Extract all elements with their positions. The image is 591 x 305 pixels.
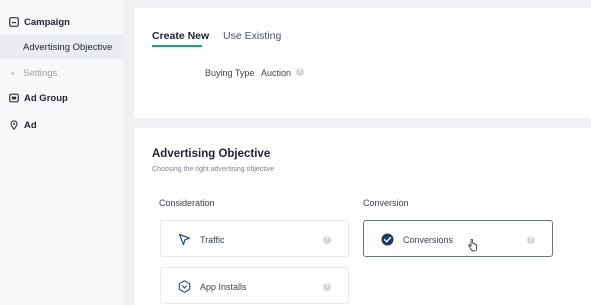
buying-type-value: Auction — [261, 68, 292, 78]
sidebar: Campaign Advertising Objective Settings … — [0, 0, 124, 305]
cursor-arrow-icon — [178, 233, 191, 246]
buying-type-label: Buying Type — [205, 68, 255, 78]
option-label: Conversions — [403, 235, 454, 245]
sidebar-item-label: Campaign — [24, 16, 70, 28]
hand-pointer-icon — [468, 239, 477, 252]
sidebar-item-label: Settings — [23, 67, 58, 79]
info-icon[interactable]: ? — [323, 283, 331, 291]
option-label: App Installs — [200, 282, 247, 292]
objective-option-traffic[interactable]: Traffic ? — [160, 220, 349, 257]
campaign-setup-card: Create New Use Existing Buying Type Auct… — [134, 8, 591, 118]
location-pin-icon — [9, 120, 19, 130]
sidebar-item-label: Ad — [24, 119, 37, 131]
bullet-icon — [11, 71, 14, 75]
section-subtitle: Choosing the right advertising objective — [152, 166, 275, 173]
ad-group-icon — [9, 93, 19, 103]
tab-use-existing[interactable]: Use Existing — [223, 30, 281, 42]
sidebar-item-settings[interactable]: Settings — [0, 61, 124, 85]
sidebar-item-advertising-objective[interactable]: Advertising Objective — [0, 35, 124, 59]
info-icon[interactable]: ? — [323, 236, 331, 244]
info-icon[interactable]: ? — [527, 236, 535, 244]
option-label: Traffic — [200, 235, 225, 245]
check-circle-icon — [381, 233, 394, 246]
active-tab-indicator — [152, 45, 202, 47]
sidebar-item-ad-group[interactable]: Ad Group — [0, 86, 124, 110]
objective-option-app-installs[interactable]: App Installs ? — [160, 267, 349, 304]
sidebar-item-campaign[interactable]: Campaign — [0, 10, 124, 34]
tab-create-new[interactable]: Create New — [152, 30, 209, 42]
conversion-heading: Conversion — [363, 198, 409, 208]
app-cube-icon — [178, 280, 191, 293]
sidebar-item-label: Ad Group — [24, 92, 68, 104]
consideration-heading: Consideration — [159, 198, 215, 208]
campaign-icon — [9, 17, 19, 27]
section-title: Advertising Objective — [152, 148, 271, 160]
advertising-objective-card: Advertising Objective Choosing the right… — [134, 128, 591, 305]
sidebar-item-ad[interactable]: Ad — [0, 113, 124, 137]
objective-option-conversions[interactable]: Conversions ? — [363, 220, 553, 257]
sidebar-item-label: Advertising Objective — [23, 41, 113, 53]
info-icon[interactable]: ? — [296, 68, 304, 76]
